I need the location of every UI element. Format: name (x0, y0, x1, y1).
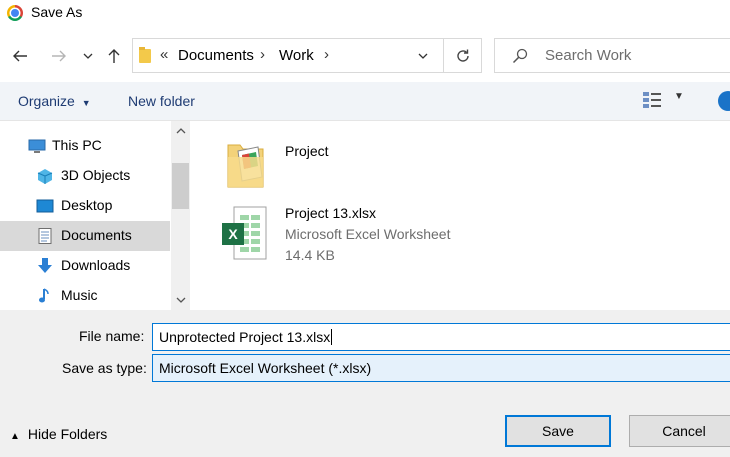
scroll-up-button[interactable] (171, 121, 190, 141)
file-name-value: Unprotected Project 13.xlsx (159, 329, 331, 345)
list-item[interactable]: X Project 13.xlsx Microsoft Excel Worksh… (216, 203, 516, 263)
file-name-label: File name: (79, 328, 145, 344)
back-button[interactable] (8, 42, 32, 70)
breadcrumb-work[interactable]: Work (279, 47, 314, 64)
chevron-up-icon (176, 128, 185, 134)
refresh-button[interactable] (443, 39, 482, 72)
sidebar-item-label: Music (61, 287, 98, 303)
save-as-dialog: Save As « Documents › Work › Search Work… (0, 0, 730, 457)
excel-file-icon: X (222, 206, 267, 260)
file-list: Project X Project 13.xlsx Microsoft Exce… (190, 121, 730, 310)
organize-label: Organize (18, 93, 75, 109)
chevron-down-icon (418, 53, 428, 59)
text-caret (331, 329, 333, 345)
help-icon[interactable] (718, 91, 730, 111)
save-as-type-value: Microsoft Excel Worksheet (*.xlsx) (159, 360, 372, 376)
file-size: 14.4 KB (285, 247, 335, 263)
chrome-icon (7, 5, 23, 21)
file-name-input[interactable]: Unprotected Project 13.xlsx (152, 323, 730, 351)
save-button[interactable]: Save (505, 415, 611, 447)
navigation-scrollbar[interactable] (171, 121, 190, 310)
save-button-label: Save (542, 423, 574, 439)
sidebar-item-documents[interactable]: Documents (0, 221, 170, 251)
sidebar-item-music[interactable]: Music (0, 281, 170, 311)
organize-button[interactable]: Organize ▼ (18, 93, 91, 109)
forward-button[interactable] (47, 42, 71, 70)
music-note-icon (39, 288, 49, 303)
folder-icon (139, 47, 151, 63)
scroll-down-button[interactable] (171, 290, 190, 310)
scrollbar-thumb[interactable] (172, 163, 189, 209)
refresh-icon (457, 49, 469, 62)
breadcrumb-separator[interactable]: › (260, 46, 265, 63)
sidebar-item-this-pc[interactable]: This PC (0, 131, 170, 161)
desktop-icon (36, 199, 54, 213)
sidebar-item-label: This PC (52, 137, 102, 153)
folder-icon (227, 144, 264, 188)
forward-arrow-icon (52, 50, 66, 62)
sidebar-item-label: Documents (61, 227, 132, 243)
sidebar-item-label: Desktop (61, 197, 113, 213)
breadcrumb-documents[interactable]: Documents (178, 47, 254, 64)
navigation-pane: This PC 3D Objects Desktop Documents Dow… (0, 121, 190, 310)
sidebar-item-label: Downloads (61, 257, 131, 273)
chevron-down-icon: ▼ (81, 98, 91, 108)
computer-icon (28, 139, 46, 153)
list-item[interactable]: Project (216, 135, 516, 191)
command-bar: Organize ▼ New folder ▼ (0, 82, 730, 121)
sidebar-item-downloads[interactable]: Downloads (0, 251, 170, 281)
sidebar-item-3d-objects[interactable]: 3D Objects (0, 161, 170, 191)
sidebar-item-desktop[interactable]: Desktop (0, 191, 170, 221)
new-folder-button[interactable]: New folder (128, 93, 195, 109)
up-arrow-icon (108, 49, 120, 63)
hide-folders-button[interactable]: ▲ Hide Folders (10, 426, 107, 442)
chevron-down-icon (176, 297, 185, 303)
window-title: Save As (31, 4, 83, 20)
save-as-type-label: Save as type: (62, 360, 147, 376)
save-as-type-select[interactable]: Microsoft Excel Worksheet (*.xlsx) (152, 354, 730, 382)
up-button[interactable] (102, 42, 126, 70)
view-options-dropdown[interactable]: ▼ (674, 91, 684, 102)
recent-locations-button[interactable] (78, 42, 98, 70)
back-arrow-icon (13, 50, 27, 62)
search-input[interactable]: Search Work (494, 38, 730, 73)
download-arrow-icon (38, 258, 52, 273)
overflow-chevron[interactable]: « (160, 46, 168, 63)
address-dropdown-button[interactable] (413, 47, 433, 65)
hide-folders-label: Hide Folders (27, 426, 108, 442)
chevron-up-icon: ▲ (10, 431, 20, 442)
document-icon (38, 228, 52, 244)
change-view-icon[interactable] (642, 91, 662, 109)
search-icon (512, 48, 528, 64)
file-type: Microsoft Excel Worksheet (285, 226, 451, 242)
cancel-button-label: Cancel (662, 423, 706, 439)
svg-text:X: X (228, 226, 238, 242)
file-name: Project 13.xlsx (285, 205, 377, 221)
cancel-button[interactable]: Cancel (629, 415, 730, 447)
chevron-down-icon (83, 53, 93, 59)
search-placeholder: Search Work (545, 47, 632, 64)
sidebar-item-label: 3D Objects (61, 167, 131, 183)
save-options-panel: File name: Unprotected Project 13.xlsx S… (0, 310, 730, 457)
breadcrumb-separator[interactable]: › (324, 46, 329, 63)
address-bar[interactable]: « Documents › Work › (132, 38, 482, 73)
cube-icon (37, 169, 53, 184)
title-bar: Save As (0, 0, 730, 28)
file-name: Project (285, 143, 329, 159)
